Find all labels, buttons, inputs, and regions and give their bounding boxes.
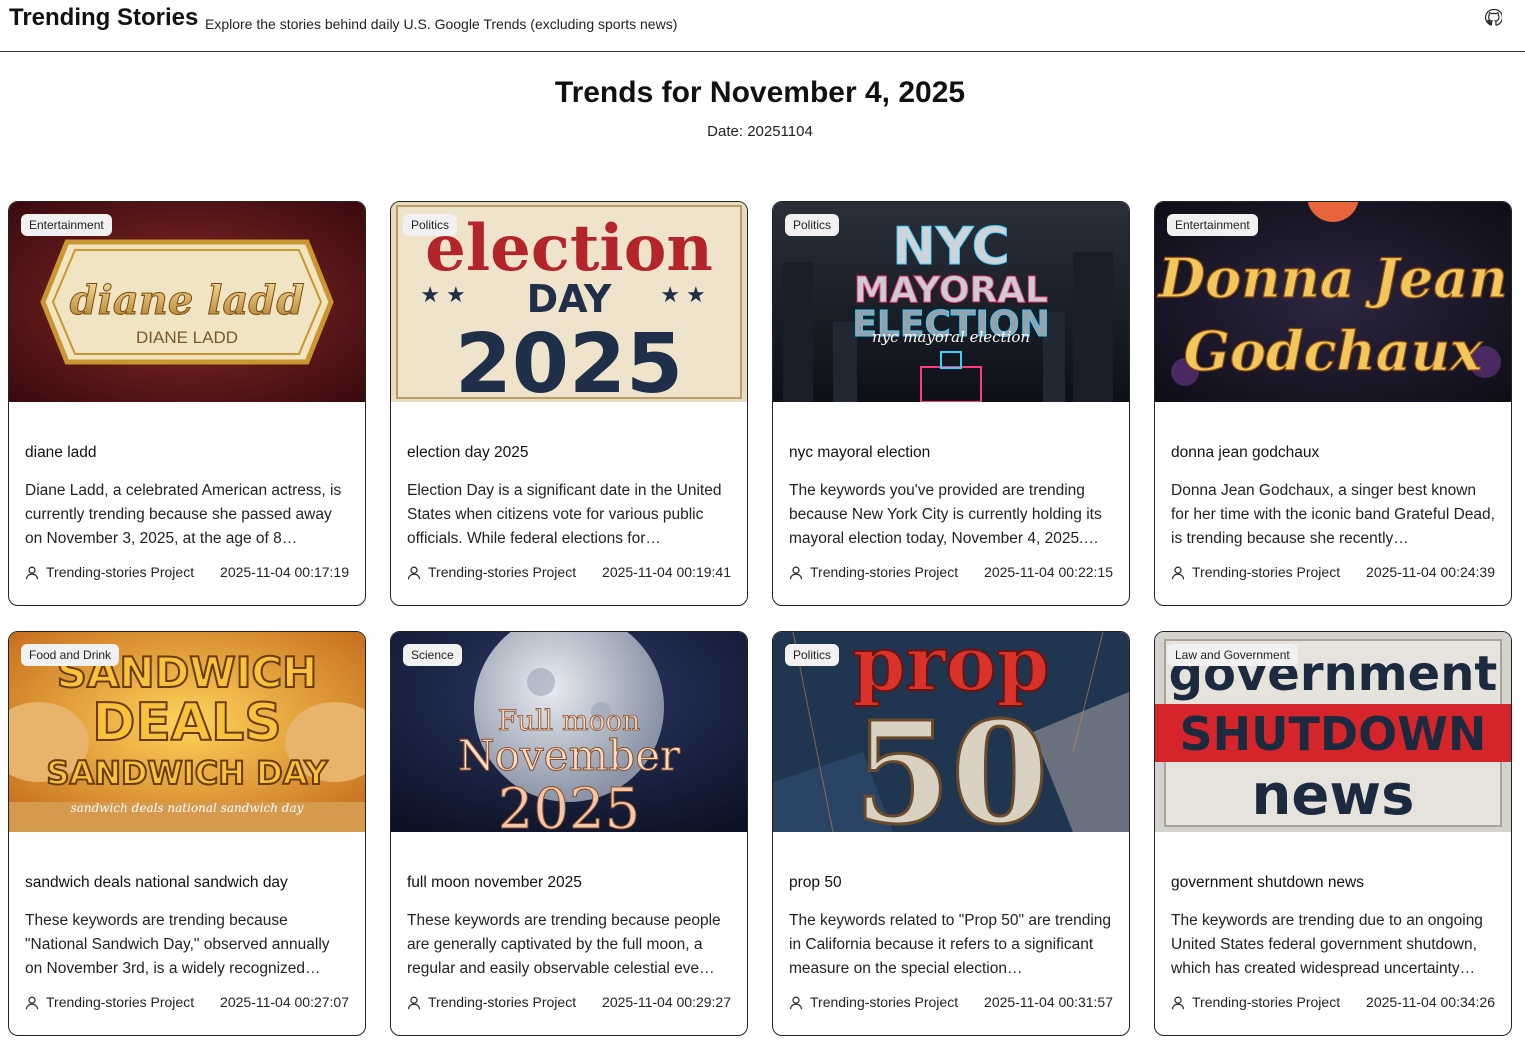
- story-title[interactable]: nyc mayoral election: [789, 444, 930, 462]
- svg-text:Donna Jean: Donna Jean: [1156, 246, 1507, 310]
- story-timestamp: 2025-11-04 00:17:19: [220, 564, 349, 580]
- story-description: The keywords related to "Prop 50" are tr…: [789, 912, 1112, 977]
- user-icon: [789, 996, 803, 1010]
- story-title[interactable]: diane ladd: [25, 444, 97, 462]
- story-timestamp: 2025-11-04 00:22:15: [984, 564, 1113, 580]
- story-timestamp: 2025-11-04 00:34:26: [1366, 994, 1495, 1010]
- story-author: Trending-stories Project: [789, 994, 958, 1010]
- story-title[interactable]: sandwich deals national sandwich day: [25, 874, 288, 892]
- category-badge[interactable]: Politics: [785, 214, 840, 236]
- story-card[interactable]: diane ladd DIANE LADD Entertainment dian…: [8, 201, 366, 606]
- category-badge[interactable]: Politics: [785, 644, 840, 666]
- story-author: Trending-stories Project: [25, 994, 194, 1010]
- site-subtitle: Explore the stories behind daily U.S. Go…: [205, 16, 678, 32]
- category-badge[interactable]: Science: [403, 644, 462, 666]
- story-author: Trending-stories Project: [789, 564, 958, 580]
- svg-text:SANDWICH DAY: SANDWICH DAY: [46, 754, 328, 792]
- author-name: Trending-stories Project: [428, 994, 577, 1010]
- svg-text:nyc mayoral election: nyc mayoral election: [872, 328, 1030, 346]
- story-card[interactable]: prop 50 Politics prop 50 The keywords re…: [772, 631, 1130, 1036]
- story-timestamp: 2025-11-04 00:24:39: [1366, 564, 1495, 580]
- story-card[interactable]: Donna Jean Godchaux Entertainment donna …: [1154, 201, 1512, 606]
- svg-text:2025: 2025: [498, 777, 641, 832]
- svg-text:★ ★: ★ ★: [420, 282, 466, 307]
- svg-text:NYC: NYC: [892, 217, 1009, 277]
- svg-text:sandwich deals national sandwi: sandwich deals national sandwich day: [71, 801, 304, 815]
- svg-text:diane ladd: diane ladd: [70, 277, 305, 324]
- svg-text:50: 50: [854, 692, 1049, 832]
- page-date: Date: 20251104: [707, 123, 813, 140]
- story-title[interactable]: government shutdown news: [1171, 874, 1364, 892]
- user-icon: [1171, 996, 1185, 1010]
- svg-text:DAY: DAY: [527, 277, 612, 321]
- story-title[interactable]: prop 50: [789, 874, 842, 892]
- user-icon: [407, 996, 421, 1010]
- story-description: The keywords are trending due to an ongo…: [1171, 912, 1483, 977]
- svg-text:election: election: [425, 211, 713, 286]
- svg-text:DIANE LADD: DIANE LADD: [136, 328, 238, 347]
- story-author: Trending-stories Project: [25, 564, 194, 580]
- story-timestamp: 2025-11-04 00:19:41: [602, 564, 731, 580]
- story-author: Trending-stories Project: [1171, 564, 1340, 580]
- user-icon: [789, 566, 803, 580]
- user-icon: [407, 566, 421, 580]
- story-timestamp: 2025-11-04 00:29:27: [602, 994, 731, 1010]
- svg-text:2025: 2025: [455, 317, 683, 402]
- author-name: Trending-stories Project: [1192, 994, 1341, 1010]
- story-author: Trending-stories Project: [407, 994, 576, 1010]
- author-name: Trending-stories Project: [46, 994, 195, 1010]
- user-icon: [25, 996, 39, 1010]
- svg-text:DEALS: DEALS: [92, 693, 282, 753]
- author-name: Trending-stories Project: [46, 564, 195, 580]
- story-card[interactable]: government SHUTDOWN news Law and Governm…: [1154, 631, 1512, 1036]
- category-badge[interactable]: Politics: [403, 214, 458, 236]
- story-timestamp: 2025-11-04 00:27:07: [220, 994, 349, 1010]
- story-card[interactable]: election DAY ★ ★ ★ ★ 2025 Politics elect…: [390, 201, 748, 606]
- story-description: These keywords are trending because "Nat…: [25, 912, 330, 977]
- story-description: Election Day is a significant date in th…: [407, 482, 722, 547]
- svg-text:Godchaux: Godchaux: [1184, 319, 1483, 383]
- story-author: Trending-stories Project: [407, 564, 576, 580]
- category-badge[interactable]: Entertainment: [21, 214, 112, 236]
- site-title[interactable]: Trending Stories: [9, 4, 198, 32]
- story-description: Diane Ladd, a celebrated American actres…: [25, 482, 342, 547]
- user-icon: [25, 566, 39, 580]
- category-badge[interactable]: Food and Drink: [21, 644, 120, 666]
- user-icon: [1171, 566, 1185, 580]
- story-card[interactable]: SANDWICH DEALS SANDWICH DAY sandwich dea…: [8, 631, 366, 1036]
- story-title[interactable]: election day 2025: [407, 444, 529, 462]
- author-name: Trending-stories Project: [810, 564, 959, 580]
- story-card[interactable]: Full moon November 2025 Science full moo…: [390, 631, 748, 1036]
- story-description: Donna Jean Godchaux, a singer best known…: [1171, 482, 1495, 547]
- story-timestamp: 2025-11-04 00:31:57: [984, 994, 1113, 1010]
- story-author: Trending-stories Project: [1171, 994, 1340, 1010]
- story-title[interactable]: donna jean godchaux: [1171, 444, 1319, 462]
- page-heading: Trends for November 4, 2025: [554, 76, 966, 109]
- svg-text:★ ★: ★ ★: [660, 282, 706, 307]
- svg-text:November: November: [458, 731, 681, 780]
- author-name: Trending-stories Project: [428, 564, 577, 580]
- author-name: Trending-stories Project: [1192, 564, 1341, 580]
- top-bar: Trending Stories Explore the stories beh…: [0, 0, 1525, 52]
- svg-text:news: news: [1252, 763, 1415, 828]
- story-card[interactable]: NYC MAYORAL ELECTION nyc mayoral electio…: [772, 201, 1130, 606]
- story-description: The keywords you've provided are trendin…: [789, 482, 1102, 547]
- author-name: Trending-stories Project: [810, 994, 959, 1010]
- story-title[interactable]: full moon november 2025: [407, 874, 582, 892]
- github-icon[interactable]: [1485, 8, 1503, 26]
- story-description: These keywords are trending because peop…: [407, 912, 721, 977]
- category-badge[interactable]: Entertainment: [1167, 214, 1258, 236]
- svg-text:SHUTDOWN: SHUTDOWN: [1180, 707, 1487, 761]
- category-badge[interactable]: Law and Government: [1167, 644, 1298, 666]
